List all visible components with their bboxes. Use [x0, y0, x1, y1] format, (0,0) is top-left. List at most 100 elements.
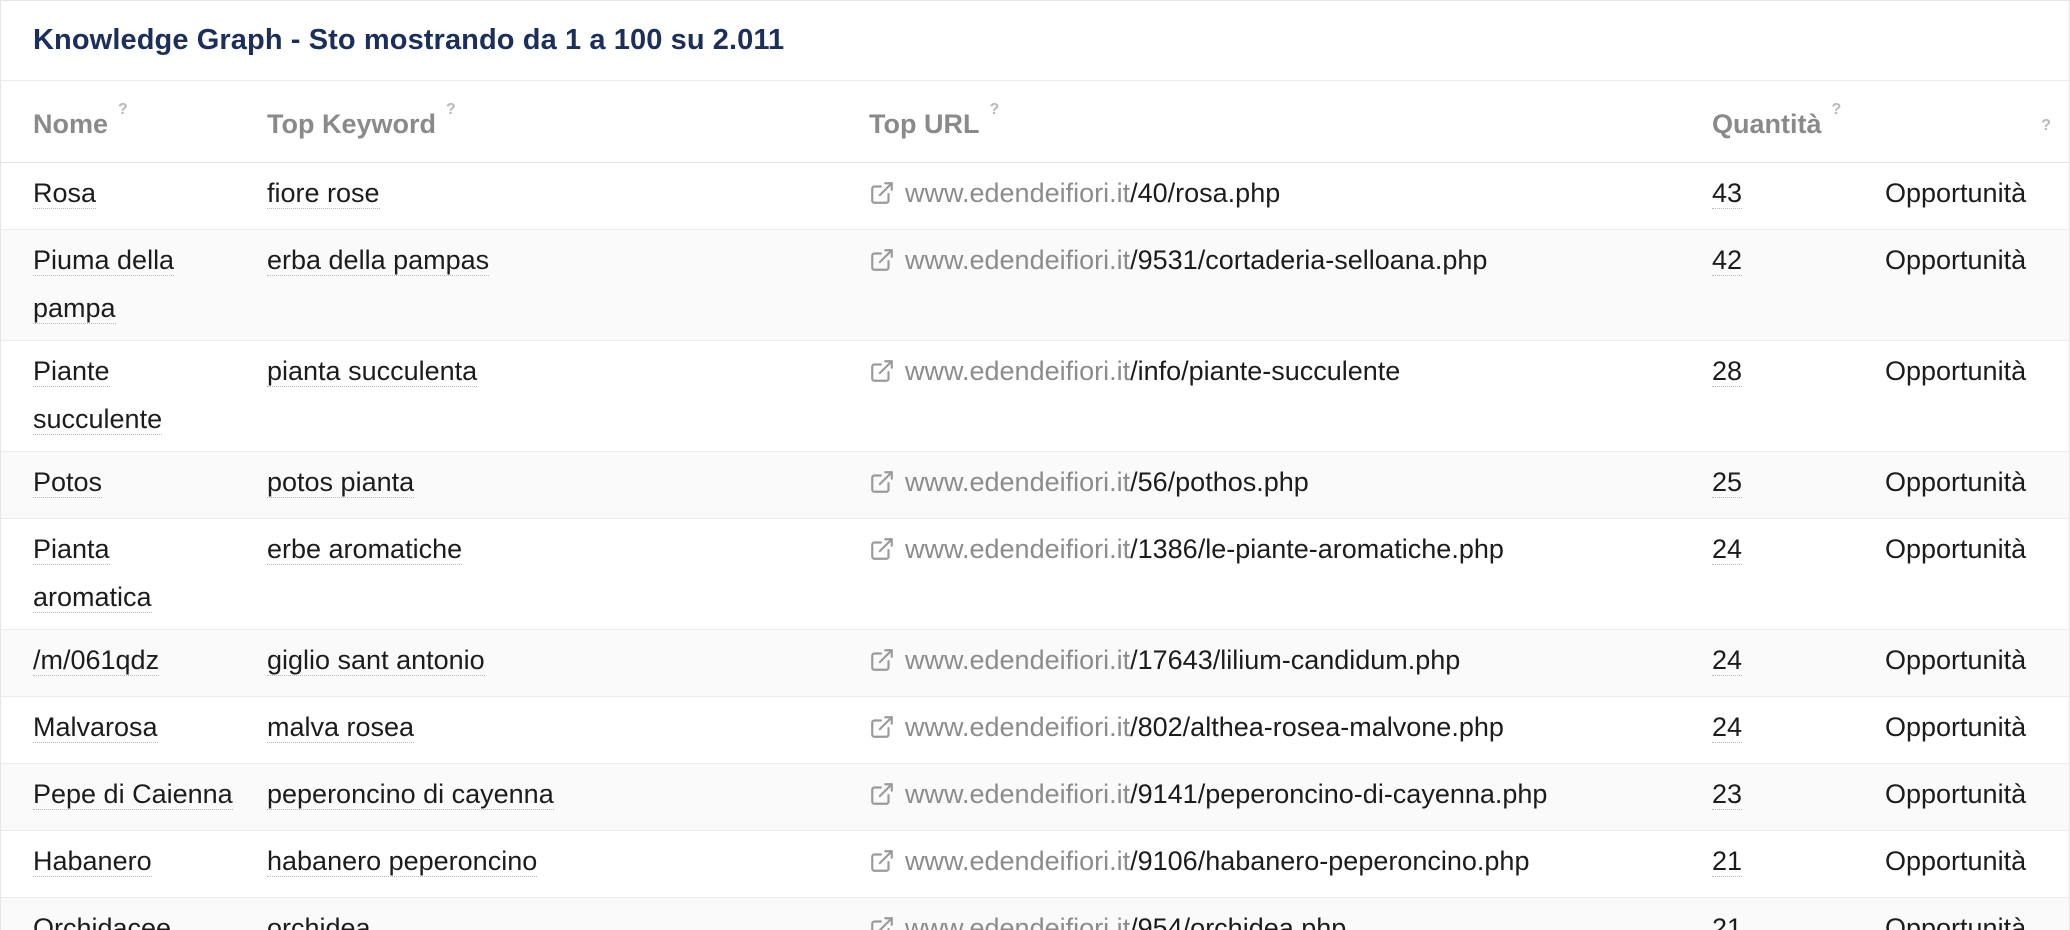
entity-name[interactable]: Orchidacee [33, 913, 172, 930]
top-keyword[interactable]: erba della pampas [267, 245, 490, 276]
quantity-value[interactable]: 24 [1712, 534, 1743, 565]
column-header-opportunita: ? [1867, 81, 2069, 163]
help-icon[interactable]: ? [989, 101, 999, 119]
entity-name[interactable]: Piante succulente [33, 356, 163, 435]
column-header-quantita[interactable]: Quantità? [1680, 81, 1867, 163]
external-link-icon[interactable] [869, 781, 895, 807]
external-link-icon[interactable] [869, 647, 895, 673]
quantity-value[interactable]: 21 [1712, 846, 1743, 877]
quantity-value[interactable]: 43 [1712, 178, 1743, 209]
cell-top-url: www.edendeifiori.it/info/piante-succulen… [858, 340, 1680, 452]
help-icon[interactable]: ? [2041, 117, 2051, 135]
column-label: Top Keyword [267, 109, 437, 139]
opportunity-link[interactable]: Opportunità [1885, 245, 2026, 275]
cell-quantita: 28 [1680, 340, 1867, 452]
url-domain: www.edendeifiori.it [905, 245, 1131, 275]
entity-name[interactable]: Pepe di Caienna [33, 779, 233, 810]
quantity-value[interactable]: 28 [1712, 356, 1743, 387]
cell-top-keyword: habanero peperoncino [234, 830, 858, 898]
top-keyword[interactable]: habanero peperoncino [267, 846, 538, 877]
entity-name[interactable]: Rosa [33, 178, 97, 209]
external-link-icon[interactable] [869, 180, 895, 206]
top-keyword[interactable]: malva rosea [267, 712, 415, 743]
top-url-link[interactable]: www.edendeifiori.it/info/piante-succulen… [869, 347, 1400, 395]
cell-opportunita: Opportunità [1867, 340, 2069, 452]
top-keyword[interactable]: erbe aromatiche [267, 534, 463, 565]
external-link-icon[interactable] [869, 247, 895, 273]
opportunity-link[interactable]: Opportunità [1885, 467, 2026, 497]
external-link-icon[interactable] [869, 536, 895, 562]
url-domain: www.edendeifiori.it [905, 846, 1131, 876]
external-link-icon[interactable] [869, 915, 895, 930]
quantity-value[interactable]: 25 [1712, 467, 1743, 498]
url-domain: www.edendeifiori.it [905, 712, 1131, 742]
top-url-link[interactable]: www.edendeifiori.it/954/orchidea.php [869, 904, 1346, 930]
help-icon[interactable]: ? [118, 101, 128, 119]
top-url-link[interactable]: www.edendeifiori.it/1386/le-piante-aroma… [869, 525, 1504, 573]
url-domain: www.edendeifiori.it [905, 534, 1131, 564]
top-keyword[interactable]: orchidea [267, 913, 371, 930]
top-keyword[interactable]: potos pianta [267, 467, 415, 498]
cell-nome: Rosa [1, 162, 234, 230]
opportunity-link[interactable]: Opportunità [1885, 846, 2026, 876]
top-keyword[interactable]: giglio sant antonio [267, 645, 485, 676]
help-icon[interactable]: ? [446, 101, 456, 119]
cell-opportunita: Opportunità [1867, 518, 2069, 630]
entity-name[interactable]: Pianta aromatica [33, 534, 152, 613]
opportunity-link[interactable]: Opportunità [1885, 913, 2026, 930]
help-icon[interactable]: ? [1832, 101, 1842, 119]
column-header-top-keyword[interactable]: Top Keyword? [234, 81, 858, 163]
opportunity-link[interactable]: Opportunità [1885, 356, 2026, 386]
quantity-value[interactable]: 42 [1712, 245, 1743, 276]
table-row: Malvarosa malva rosea www.edendeifiori.i… [1, 696, 2069, 764]
entity-name[interactable]: Piuma della pampa [33, 245, 175, 324]
cell-opportunita: Opportunità [1867, 629, 2069, 697]
top-url-link[interactable]: www.edendeifiori.it/40/rosa.php [869, 169, 1280, 217]
table-row: Habanero habanero peperoncino www.edende… [1, 830, 2069, 898]
top-url-link[interactable]: www.edendeifiori.it/9531/cortaderia-sell… [869, 236, 1487, 284]
cell-quantita: 24 [1680, 518, 1867, 630]
cell-top-keyword: fiore rose [234, 162, 858, 230]
table-row: Piante succulente pianta succulenta www.… [1, 340, 2069, 452]
entity-name[interactable]: /m/061qdz [33, 645, 160, 676]
table-row: Pianta aromatica erbe aromatiche www.ede… [1, 518, 2069, 630]
quantity-value[interactable]: 21 [1712, 913, 1743, 930]
external-link-icon[interactable] [869, 714, 895, 740]
cell-quantita: 24 [1680, 696, 1867, 764]
knowledge-graph-panel: Knowledge Graph - Sto mostrando da 1 a 1… [0, 0, 2070, 930]
url-path: /40/rosa.php [1130, 178, 1281, 208]
top-keyword[interactable]: pianta succulenta [267, 356, 478, 387]
opportunity-link[interactable]: Opportunità [1885, 779, 2026, 809]
cell-quantita: 42 [1680, 229, 1867, 341]
entity-name[interactable]: Habanero [33, 846, 152, 877]
top-url-link[interactable]: www.edendeifiori.it/9141/peperoncino-di-… [869, 770, 1547, 818]
top-url-link[interactable]: www.edendeifiori.it/802/althea-rosea-mal… [869, 703, 1504, 751]
entity-name[interactable]: Potos [33, 467, 103, 498]
opportunity-link[interactable]: Opportunità [1885, 645, 2026, 675]
quantity-value[interactable]: 24 [1712, 712, 1743, 743]
opportunity-link[interactable]: Opportunità [1885, 712, 2026, 742]
cell-quantita: 21 [1680, 830, 1867, 898]
external-link-icon[interactable] [869, 469, 895, 495]
entity-name[interactable]: Malvarosa [33, 712, 158, 743]
table-row: Pepe di Caienna peperoncino di cayenna w… [1, 763, 2069, 831]
cell-nome: Potos [1, 451, 234, 519]
opportunity-link[interactable]: Opportunità [1885, 178, 2026, 208]
column-header-nome[interactable]: Nome? [1, 81, 234, 163]
url-path: /info/piante-succulente [1130, 356, 1401, 386]
external-link-icon[interactable] [869, 848, 895, 874]
quantity-value[interactable]: 24 [1712, 645, 1743, 676]
cell-top-url: www.edendeifiori.it/9531/cortaderia-sell… [858, 229, 1680, 341]
url-path: /1386/le-piante-aromatiche.php [1130, 534, 1504, 564]
quantity-value[interactable]: 23 [1712, 779, 1743, 810]
opportunity-link[interactable]: Opportunità [1885, 534, 2026, 564]
top-url-link[interactable]: www.edendeifiori.it/9106/habanero-pepero… [869, 837, 1529, 885]
top-keyword[interactable]: peperoncino di cayenna [267, 779, 554, 810]
cell-nome: Pepe di Caienna [1, 763, 234, 831]
cell-quantita: 25 [1680, 451, 1867, 519]
external-link-icon[interactable] [869, 358, 895, 384]
top-url-link[interactable]: www.edendeifiori.it/17643/lilium-candidu… [869, 636, 1460, 684]
column-header-top-url[interactable]: Top URL? [858, 81, 1680, 163]
top-url-link[interactable]: www.edendeifiori.it/56/pothos.php [869, 458, 1309, 506]
top-keyword[interactable]: fiore rose [267, 178, 380, 209]
